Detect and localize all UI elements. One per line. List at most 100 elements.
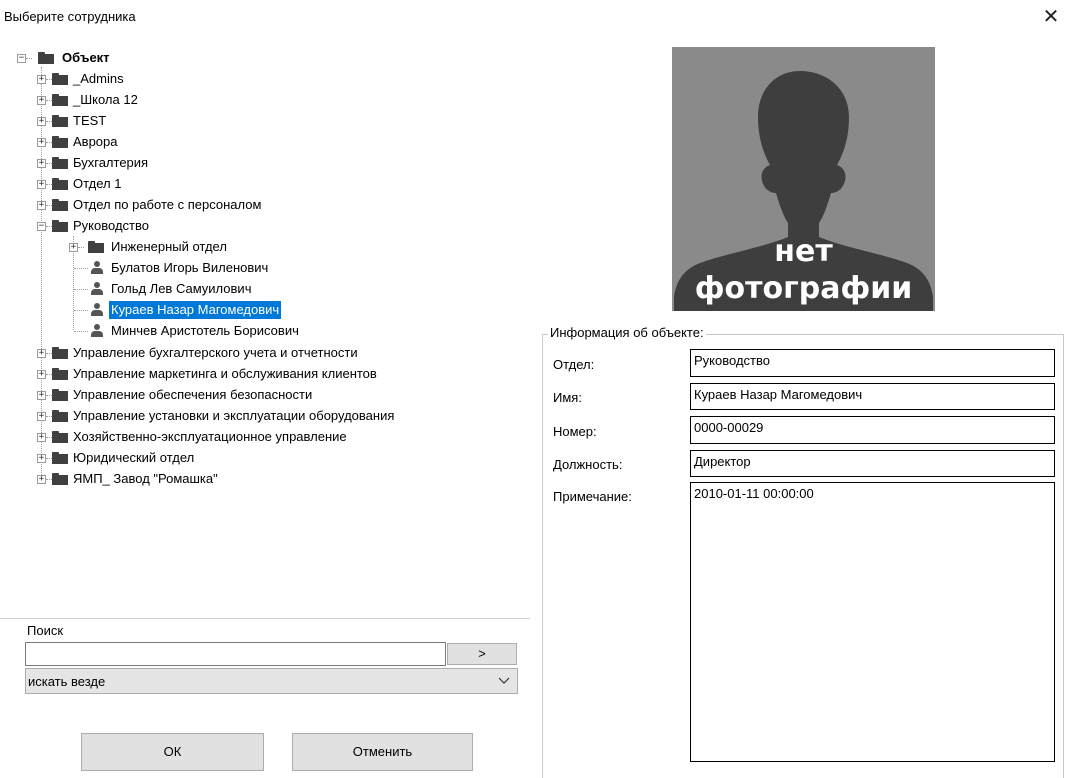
folder-icon — [52, 410, 68, 422]
tree-node-root[interactable]: − Объект — [0, 48, 500, 68]
tree-node-folder[interactable]: + TEST — [0, 111, 500, 131]
tree-node-label: Отдел по работе с персоналом — [73, 197, 262, 212]
expand-icon[interactable]: + — [37, 138, 46, 147]
expand-icon[interactable]: + — [37, 180, 46, 189]
position-field[interactable]: Директор — [690, 450, 1055, 477]
folder-icon — [52, 368, 68, 380]
expand-icon[interactable]: + — [37, 96, 46, 105]
tree-node-label: Отдел 1 — [73, 176, 122, 191]
tree-node-label: Управление маркетинга и обслуживания кли… — [73, 366, 377, 381]
expand-icon[interactable]: + — [37, 454, 46, 463]
expand-icon[interactable]: + — [37, 159, 46, 168]
tree-node-folder[interactable]: + Отдел по работе с персоналом — [0, 195, 500, 215]
tree-node-folder[interactable]: + _Admins — [0, 69, 500, 89]
person-icon — [90, 303, 104, 317]
folder-icon — [52, 220, 68, 232]
tree-node-label: _Школа 12 — [73, 92, 138, 107]
number-label: Номер: — [553, 424, 597, 439]
close-icon[interactable]: ✕ — [1040, 6, 1062, 28]
folder-icon — [52, 178, 68, 190]
tree-node-label: Инженерный отдел — [111, 239, 227, 254]
name-label: Имя: — [553, 390, 582, 405]
folder-icon — [52, 73, 68, 85]
tree-node-label: Булатов Игорь Виленович — [111, 260, 269, 275]
folder-icon — [38, 52, 54, 64]
tree-node-folder[interactable]: + Юридический отдел — [0, 448, 500, 468]
search-input[interactable] — [25, 642, 446, 666]
tree-node-label: Аврора — [73, 134, 118, 149]
search-scope-select[interactable]: искать везде — [25, 668, 518, 694]
tree-node-label: Бухгалтерия — [73, 155, 149, 170]
expand-icon[interactable]: + — [37, 201, 46, 210]
note-field[interactable]: 2010-01-11 00:00:00 — [690, 482, 1055, 762]
folder-icon — [52, 473, 68, 485]
tree-node-label: _Admins — [73, 71, 124, 86]
folder-icon — [52, 94, 68, 106]
tree-node-folder[interactable]: + Отдел 1 — [0, 174, 500, 194]
no-photo-line: нет — [774, 234, 833, 269]
tree-node-person[interactable]: Гольд Лев Самуилович — [0, 279, 500, 299]
folder-icon — [52, 347, 68, 359]
tree-node-folder[interactable]: + Управление обеспечения безопасности — [0, 385, 500, 405]
expand-icon[interactable]: + — [37, 412, 46, 421]
expand-icon[interactable]: + — [37, 370, 46, 379]
tree-node-folder[interactable]: + Управление маркетинга и обслуживания к… — [0, 364, 500, 384]
tree-node-label: Гольд Лев Самуилович — [111, 281, 252, 296]
window-title: Выберите сотрудника — [4, 9, 136, 24]
tree-node-label-selected: Кураев Назар Магомедович — [107, 300, 283, 320]
tree-node-label: Объект — [62, 50, 110, 65]
dept-label: Отдел: — [553, 357, 595, 372]
employee-photo: нет фотографии — [672, 47, 935, 311]
tree-node-folder[interactable]: + Управление бухгалтерского учета и отче… — [0, 343, 500, 363]
tree-node-label: Руководство — [73, 218, 149, 233]
folder-icon — [52, 452, 68, 464]
position-label: Должность: — [553, 457, 623, 472]
tree-node-folder[interactable]: + Управление установки и эксплуатации об… — [0, 406, 500, 426]
folder-icon — [52, 115, 68, 127]
folder-icon — [52, 136, 68, 148]
folder-icon — [88, 241, 104, 253]
tree-node-folder[interactable]: − Руководство — [0, 216, 500, 236]
tree-node-folder[interactable]: + Бухгалтерия — [0, 153, 500, 173]
person-icon — [90, 324, 104, 338]
tree-node-label: Управление обеспечения безопасности — [73, 387, 313, 402]
tree-node-label: Управление бухгалтерского учета и отчетн… — [73, 345, 358, 360]
tree-node-label: ЯМП_ Завод "Ромашка" — [73, 471, 218, 486]
cancel-button[interactable]: Отменить — [292, 733, 473, 771]
collapse-icon[interactable]: − — [17, 54, 26, 63]
folder-icon — [52, 389, 68, 401]
tree-node-folder[interactable]: + _Школа 12 — [0, 90, 500, 110]
tree-node-label: TEST — [73, 113, 107, 128]
expand-icon[interactable]: + — [37, 349, 46, 358]
expand-icon[interactable]: + — [37, 75, 46, 84]
ok-button[interactable]: ОК — [81, 733, 264, 771]
tree-node-folder[interactable]: + ЯМП_ Завод "Ромашка" — [0, 469, 500, 489]
expand-icon[interactable]: + — [37, 391, 46, 400]
dept-field[interactable]: Руководство — [690, 349, 1055, 377]
tree-node-label: Юридический отдел — [73, 450, 195, 465]
tree-node-folder[interactable]: + Инженерный отдел — [0, 237, 500, 257]
expand-icon[interactable]: + — [37, 433, 46, 442]
tree-node-person[interactable]: Минчев Аристотель Борисович — [0, 321, 500, 341]
person-icon — [90, 282, 104, 296]
tree-node-folder[interactable]: + Хозяйственно-эксплуатационное управлен… — [0, 427, 500, 447]
object-info-legend: Информация об объекте: — [548, 325, 706, 340]
expand-icon[interactable]: + — [37, 117, 46, 126]
number-field[interactable]: 0000-00029 — [690, 416, 1055, 444]
person-icon — [90, 261, 104, 275]
search-separator — [0, 618, 530, 619]
folder-icon — [52, 199, 68, 211]
tree-node-label: Хозяйственно-эксплуатационное управление — [73, 429, 347, 444]
folder-icon — [52, 431, 68, 443]
search-label: Поиск — [27, 623, 64, 638]
expand-icon[interactable]: + — [37, 475, 46, 484]
name-field[interactable]: Кураев Назар Магомедович — [690, 383, 1055, 410]
no-photo-text: нет фотографии — [672, 233, 935, 307]
tree-node-person-selected[interactable]: Кураев Назар Магомедович — [0, 300, 500, 320]
tree-node-folder[interactable]: + Аврора — [0, 132, 500, 152]
search-go-button[interactable]: > — [447, 643, 517, 665]
tree-node-person[interactable]: Булатов Игорь Виленович — [0, 258, 500, 278]
expand-icon[interactable]: + — [69, 243, 78, 252]
no-photo-line: фотографии — [694, 271, 913, 306]
collapse-icon[interactable]: − — [37, 222, 46, 231]
